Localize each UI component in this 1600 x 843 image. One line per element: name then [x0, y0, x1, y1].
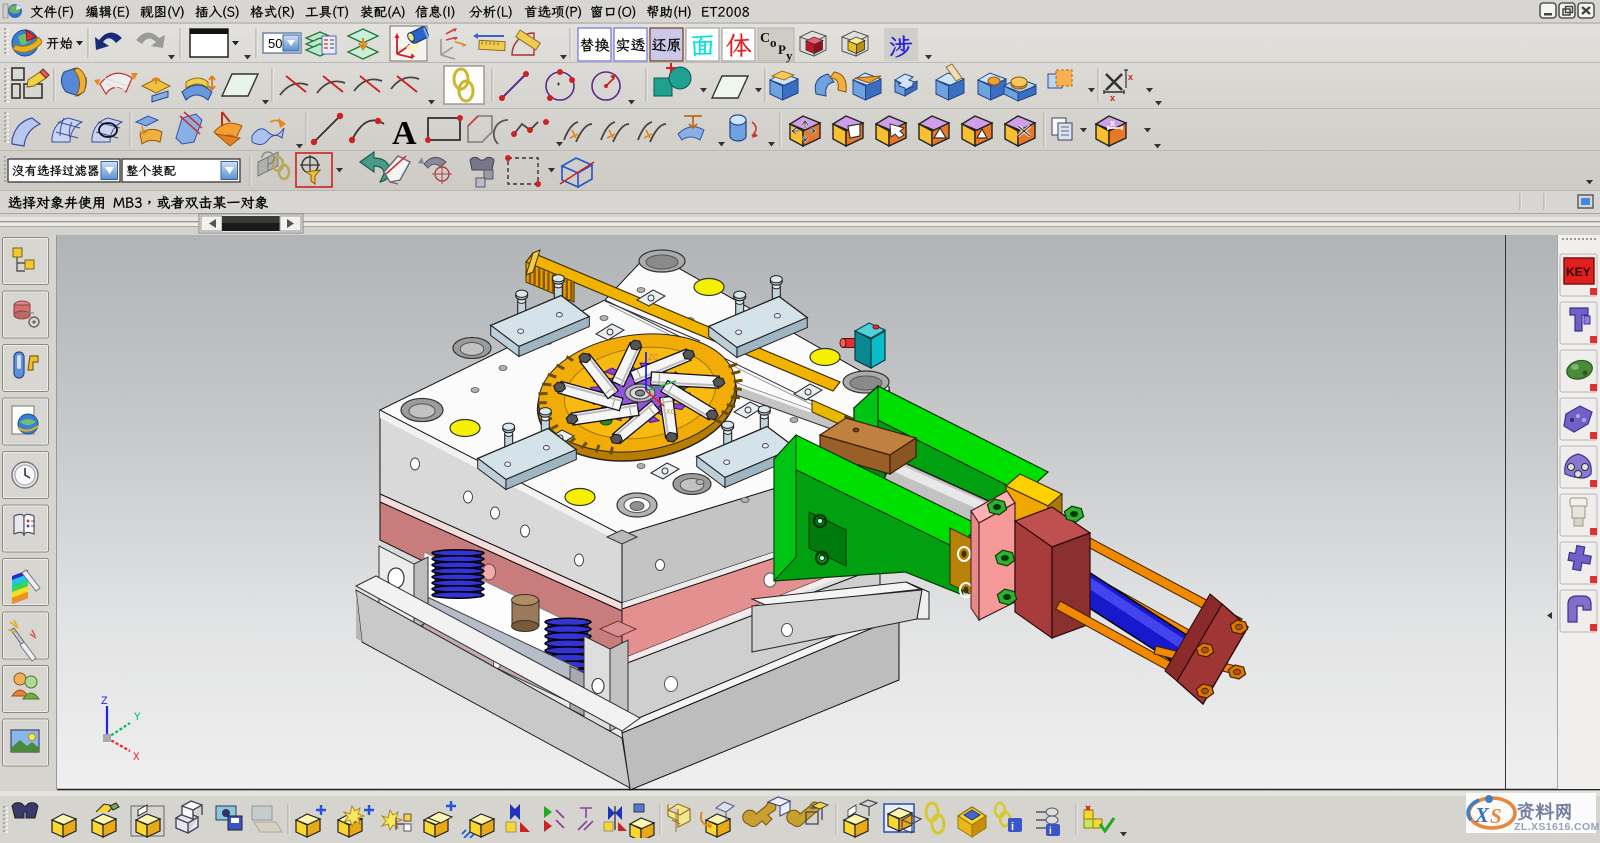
svg-text:x: x	[1110, 93, 1115, 103]
svg-text:S: S	[1490, 804, 1502, 828]
svg-text:x: x	[1110, 118, 1115, 128]
svg-text:50: 50	[268, 36, 282, 51]
svg-text:y: y	[786, 48, 793, 63]
svg-text:x: x	[1128, 72, 1133, 82]
svg-text:KEY: KEY	[1566, 265, 1591, 279]
svg-text:i: i	[1011, 821, 1014, 833]
svg-text:Y: Y	[134, 712, 141, 724]
svg-text:X: X	[1474, 803, 1490, 827]
svg-text:P: P	[778, 42, 786, 57]
svg-text:C: C	[760, 31, 770, 46]
svg-text:XC: XC	[666, 409, 676, 416]
svg-text:o: o	[770, 35, 777, 50]
svg-text:A: A	[392, 115, 417, 152]
svg-text:X: X	[133, 752, 140, 764]
svg-text:Z: Z	[101, 696, 108, 708]
svg-text:ZC: ZC	[648, 353, 659, 362]
svg-text:ZL.XS1616.COM: ZL.XS1616.COM	[1514, 821, 1600, 833]
svg-text:i: i	[1049, 826, 1052, 837]
